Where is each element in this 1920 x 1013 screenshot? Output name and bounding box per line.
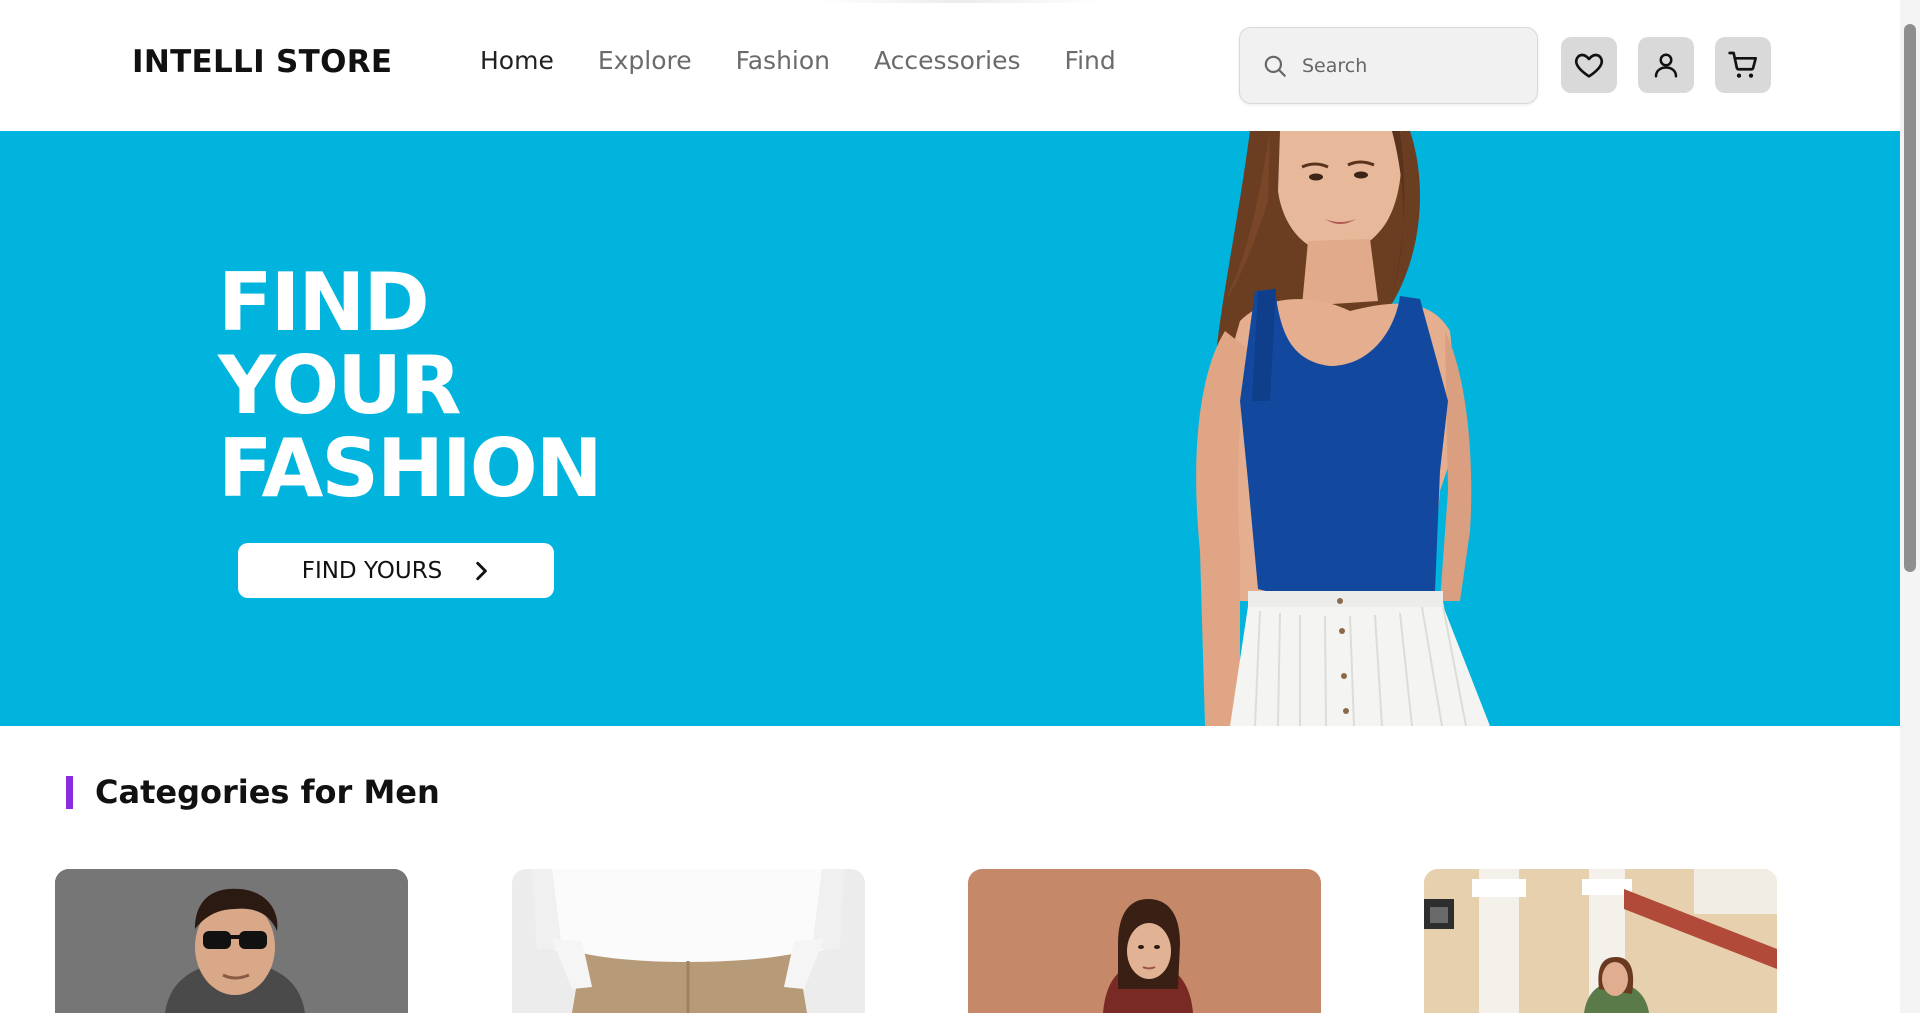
search-box[interactable] bbox=[1239, 27, 1538, 104]
nav-accessories[interactable]: Accessories bbox=[874, 46, 1021, 75]
nav-explore[interactable]: Explore bbox=[598, 46, 692, 75]
scrollbar-thumb[interactable] bbox=[1904, 24, 1916, 572]
hero-banner: FIND YOUR FASHION FIND YOURS bbox=[0, 131, 1900, 726]
find-yours-label: FIND YOURS bbox=[301, 557, 443, 584]
find-yours-button[interactable]: FIND YOURS bbox=[238, 543, 554, 598]
nav-fashion[interactable]: Fashion bbox=[736, 46, 830, 75]
hero-title-line: YOUR bbox=[218, 339, 462, 432]
hero-model-image bbox=[1196, 131, 1490, 726]
header-shadow bbox=[820, 0, 1100, 3]
category-image-man-sunglasses bbox=[55, 869, 408, 1013]
main-nav: Home Explore Fashion Accessories Find bbox=[480, 46, 1160, 75]
category-image-woman-tan bbox=[968, 869, 1321, 1013]
hero-title-line: FASHION bbox=[218, 422, 603, 515]
search-icon bbox=[1264, 55, 1286, 77]
category-card[interactable] bbox=[512, 869, 865, 1013]
cart-icon bbox=[1728, 51, 1757, 78]
search-input[interactable] bbox=[1300, 53, 1520, 78]
hero-title: FIND YOUR FASHION bbox=[218, 256, 603, 515]
category-image-woman-columns bbox=[1424, 869, 1777, 1013]
category-image-hoodie-pants bbox=[512, 869, 865, 1013]
category-card[interactable] bbox=[1424, 869, 1777, 1013]
nav-home[interactable]: Home bbox=[480, 46, 554, 75]
heart-icon bbox=[1574, 53, 1604, 78]
hero-title-line: FIND bbox=[218, 256, 430, 349]
category-card[interactable] bbox=[968, 869, 1321, 1013]
wishlist-button[interactable] bbox=[1561, 37, 1617, 93]
chevron-right-icon bbox=[476, 561, 488, 580]
store-logo[interactable]: INTELLI STORE bbox=[132, 44, 392, 80]
cart-button[interactable] bbox=[1715, 37, 1771, 93]
user-icon bbox=[1654, 53, 1678, 78]
categories-title: Categories for Men bbox=[95, 773, 440, 811]
category-card[interactable] bbox=[55, 869, 408, 1013]
account-button[interactable] bbox=[1638, 37, 1694, 93]
section-accent-bar bbox=[66, 776, 73, 809]
site-header: INTELLI STORE Home Explore Fashion Acces… bbox=[0, 0, 1900, 131]
nav-find[interactable]: Find bbox=[1065, 46, 1116, 75]
